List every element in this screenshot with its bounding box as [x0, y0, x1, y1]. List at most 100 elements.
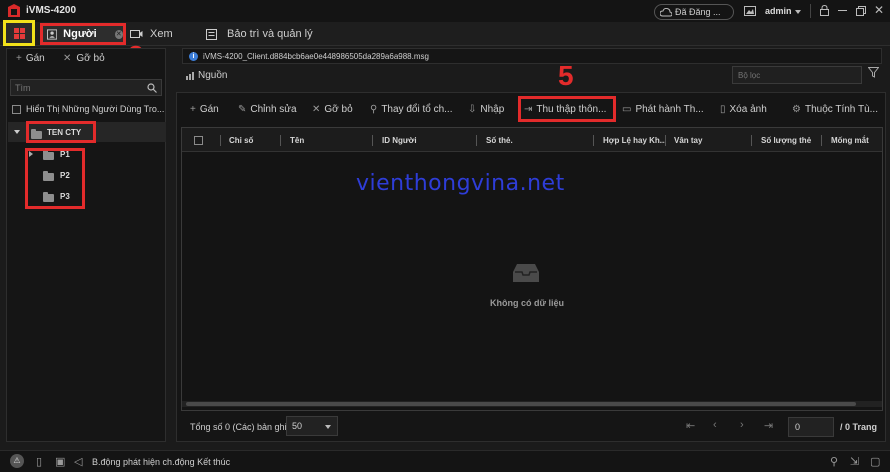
- x-icon: ✕: [63, 53, 72, 64]
- person-card-icon: [47, 28, 58, 40]
- watermark-text: vienthongvina.net: [356, 171, 565, 196]
- last-page-button[interactable]: ⇥: [764, 419, 773, 432]
- page-number-input[interactable]: 0: [788, 417, 834, 437]
- column-separator: [280, 135, 281, 146]
- column-separator: [593, 135, 594, 146]
- column-separator: [372, 135, 373, 146]
- close-icon[interactable]: ✕: [874, 3, 884, 17]
- horizontal-scrollbar[interactable]: [182, 401, 882, 407]
- funnel-icon[interactable]: [868, 67, 879, 78]
- select-all-checkbox[interactable]: [194, 136, 203, 145]
- status-text: B.động phát hiện ch.động Kết thúc: [92, 457, 231, 467]
- divider: [810, 4, 811, 18]
- image-icon[interactable]: [744, 6, 756, 16]
- tab-bao-tri[interactable]: Bảo trì và quản lý: [206, 23, 313, 45]
- delete-photo-button[interactable]: ▯ Xóa ảnh: [720, 100, 767, 118]
- bar-chart-icon: [186, 71, 194, 80]
- scrollbar-thumb[interactable]: [186, 402, 856, 406]
- delete-button[interactable]: ✕ Gỡ bỏ: [312, 100, 353, 118]
- source-label: Nguồn: [186, 70, 227, 81]
- pin-icon[interactable]: ⚲: [830, 455, 838, 468]
- person-move-icon: ⚲: [370, 103, 378, 115]
- column-header[interactable]: Tên: [290, 136, 304, 145]
- show-sub-users-checkbox[interactable]: Hiển Thị Những Người Dùng Tro...: [12, 104, 164, 114]
- total-records-text: Tổng số 0 (Các) bản ghi: [190, 422, 287, 432]
- empty-inbox-icon: [513, 264, 539, 282]
- account-status-button[interactable]: Đã Đăng ...: [654, 4, 734, 20]
- user-menu[interactable]: admin: [765, 6, 792, 16]
- assign-label: Gán: [25, 53, 45, 64]
- title-bar: [0, 0, 890, 22]
- app-logo-icon: [8, 4, 20, 17]
- restore-icon[interactable]: [856, 6, 866, 16]
- first-page-button[interactable]: ⇤: [686, 419, 695, 432]
- highlight-box-collect: [518, 96, 616, 122]
- search-input[interactable]: [11, 80, 141, 95]
- collapse-icon[interactable]: ⇲: [850, 455, 859, 468]
- next-page-button[interactable]: ›: [740, 419, 744, 431]
- page-size-select[interactable]: 50: [286, 416, 338, 436]
- minimize-icon[interactable]: [838, 10, 847, 11]
- plus-icon: +: [16, 53, 22, 64]
- tab-label: Xem: [150, 28, 173, 40]
- highlight-box-children: [25, 148, 85, 209]
- change-org-button[interactable]: ⚲ Thay đổi tổ ch...: [370, 100, 452, 118]
- total-pages-text: / 0 Trang: [840, 422, 878, 432]
- column-separator: [751, 135, 752, 146]
- info-bar: i iVMS-4200_Client.d884bcb6ae0e448986505…: [182, 48, 882, 64]
- column-header[interactable]: Số thẻ.: [486, 136, 513, 145]
- edit-button[interactable]: ✎ Chỉnh sửa: [238, 100, 297, 118]
- grid-icon: [14, 28, 25, 39]
- mute-icon[interactable]: ◁: [74, 455, 82, 468]
- import-label: Nhập: [480, 103, 505, 115]
- chevron-down-icon[interactable]: [795, 10, 801, 14]
- column-header[interactable]: Số lượng thẻ: [761, 136, 811, 145]
- tab-label: Bảo trì và quản lý: [227, 28, 313, 40]
- column-separator: [665, 135, 666, 146]
- alarm-icon[interactable]: ⚠: [10, 454, 24, 468]
- empty-state-text: Không có dữ liệu: [489, 298, 564, 308]
- app-title: iVMS-4200: [26, 5, 77, 16]
- filter-input[interactable]: [733, 67, 853, 83]
- column-header[interactable]: ID Người: [382, 136, 417, 145]
- column-header[interactable]: Hợp Lệ hay Kh...: [603, 136, 666, 145]
- trash-icon: ▯: [720, 103, 726, 115]
- assign-button[interactable]: + Gán: [16, 53, 45, 64]
- issue-card-label: Phát hành Th...: [635, 103, 704, 115]
- search-icon[interactable]: [147, 83, 157, 93]
- info-text: iVMS-4200_Client.d884bcb6ae0e448986505da…: [203, 52, 429, 61]
- image-icon[interactable]: ▣: [55, 455, 65, 468]
- column-header[interactable]: Chỉ số: [229, 136, 253, 145]
- expand-caret-icon[interactable]: [14, 130, 20, 134]
- card-icon: ▭: [622, 103, 632, 115]
- prev-page-button[interactable]: ‹: [713, 419, 717, 431]
- delete-photo-label: Xóa ảnh: [729, 103, 767, 115]
- maintenance-icon: [206, 28, 217, 40]
- import-button[interactable]: ⇩ Nhập: [468, 100, 504, 118]
- properties-label: Thuộc Tính Tù...: [804, 103, 878, 115]
- issue-card-button[interactable]: ▭ Phát hành Th...: [622, 100, 704, 118]
- highlight-box-root: [26, 121, 96, 143]
- close-tab-icon[interactable]: ✕: [114, 29, 123, 39]
- plus-icon: +: [190, 103, 196, 115]
- main-menu-button[interactable]: [3, 20, 35, 46]
- search-field[interactable]: [10, 79, 162, 96]
- tab-nguoi[interactable]: Người ✕: [40, 23, 126, 45]
- properties-button[interactable]: ⚙ Thuộc Tính Tù...: [792, 100, 878, 118]
- trash-icon[interactable]: ▯: [36, 455, 42, 468]
- remove-label: Gỡ bỏ: [76, 53, 105, 64]
- info-icon: i: [189, 52, 198, 61]
- column-header[interactable]: Mống mắt: [831, 136, 869, 145]
- tab-label: Người: [63, 28, 97, 40]
- checkbox[interactable]: [12, 104, 21, 114]
- add-label: Gán: [199, 103, 219, 115]
- filter-field[interactable]: [732, 66, 862, 84]
- add-button[interactable]: + Gán: [190, 100, 219, 118]
- lock-icon[interactable]: [820, 5, 829, 16]
- remove-button[interactable]: ✕ Gỡ bỏ: [63, 53, 105, 64]
- account-status-text: Đã Đăng ...: [675, 7, 721, 17]
- cloud-icon: [660, 8, 672, 17]
- column-header[interactable]: Vân tay: [674, 136, 702, 145]
- restore-icon[interactable]: ▢: [870, 455, 880, 468]
- column-separator: [821, 135, 822, 146]
